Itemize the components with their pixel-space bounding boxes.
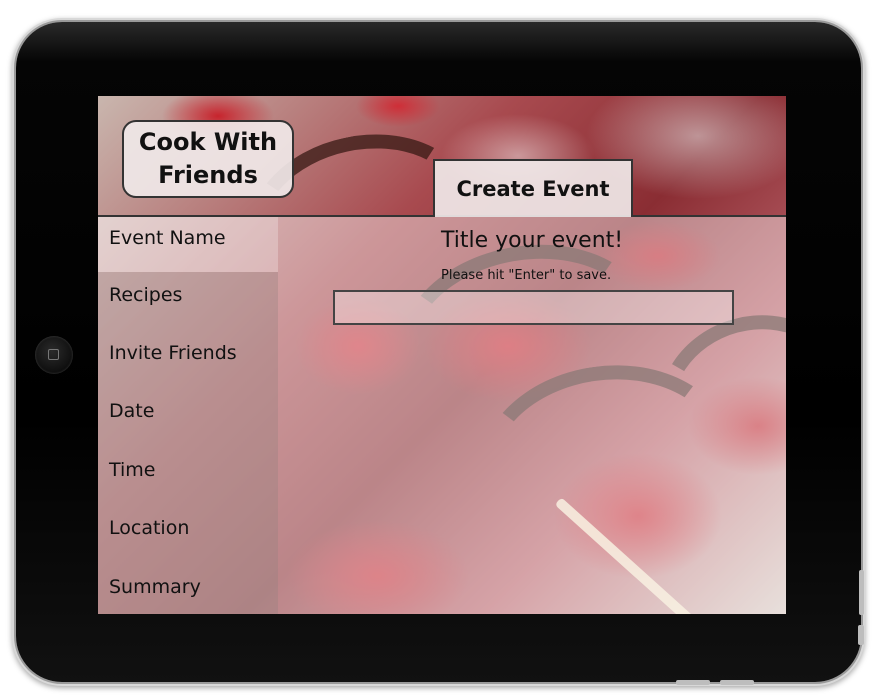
sidebar-item-time[interactable]: Time — [109, 459, 156, 481]
bottom-connector-left — [676, 680, 710, 685]
logo-line-1: Cook With — [138, 128, 278, 156]
volume-button-lower — [858, 625, 864, 645]
sidebar-item-summary[interactable]: Summary — [109, 576, 201, 598]
volume-button — [859, 570, 864, 615]
tab-label: Create Event — [456, 177, 610, 201]
logo-line-2: Friends — [158, 161, 258, 189]
sidebar-item-date[interactable]: Date — [109, 400, 154, 422]
home-button-icon[interactable] — [35, 336, 73, 374]
app-logo[interactable]: Cook With Friends — [122, 120, 294, 198]
tab-create-event[interactable]: Create Event — [433, 159, 633, 217]
sidebar-item-recipes[interactable]: Recipes — [109, 284, 182, 306]
bottom-connector-right — [720, 680, 754, 685]
sidebar-item-location[interactable]: Location — [109, 517, 189, 539]
sidebar-overlay — [98, 272, 278, 614]
logo-text: Cook With Friends — [139, 126, 277, 192]
page-title: Title your event! — [441, 228, 624, 253]
sidebar-item-invite-friends[interactable]: Invite Friends — [109, 342, 237, 364]
event-name-input[interactable] — [333, 290, 734, 325]
sidebar-item-event-name[interactable]: Event Name — [109, 227, 226, 249]
save-hint: Please hit "Enter" to save. — [441, 268, 612, 283]
